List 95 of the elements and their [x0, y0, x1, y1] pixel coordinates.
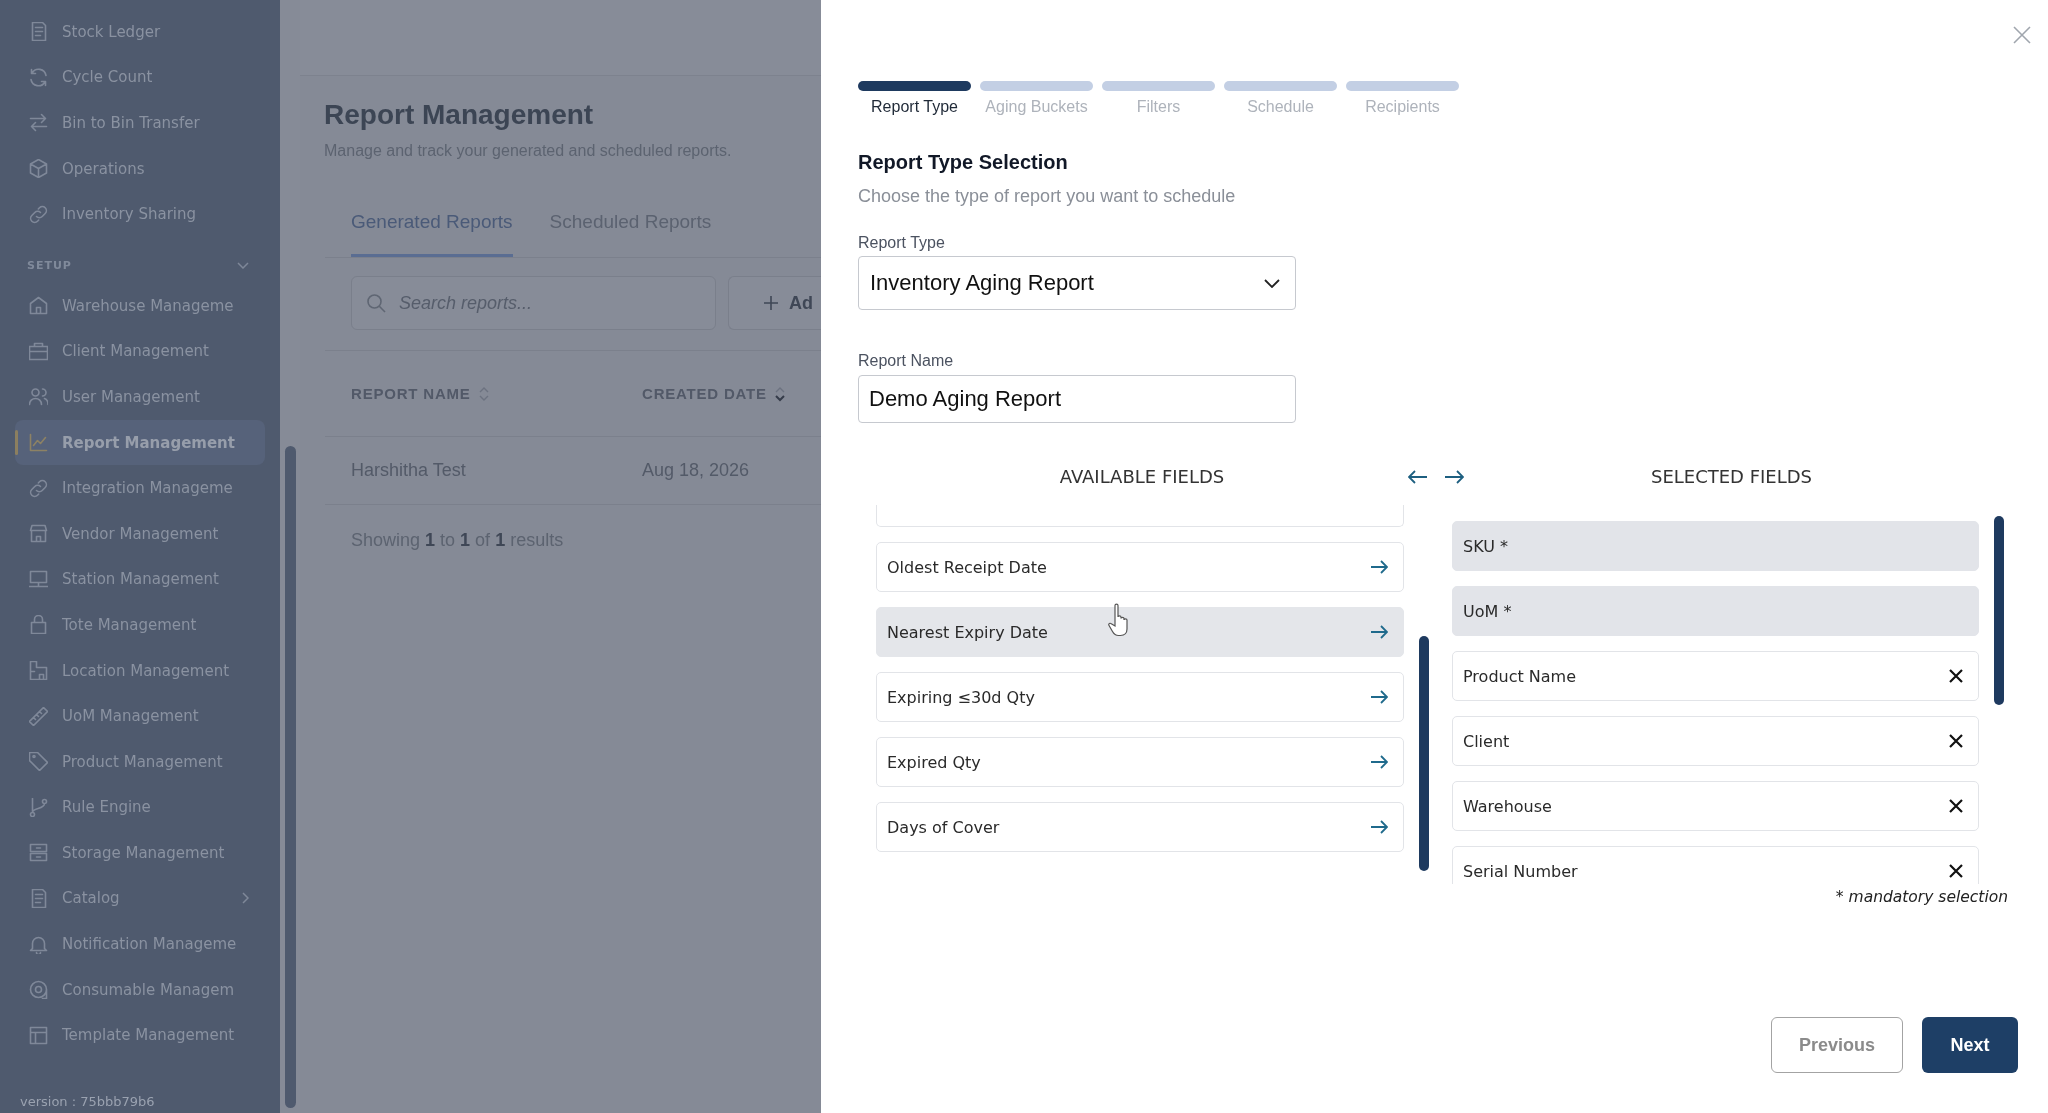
ring-icon	[29, 980, 48, 1000]
available-field-item[interactable]: Nearest Expiry Date	[876, 607, 1404, 657]
previous-button[interactable]: Previous	[1771, 1017, 1903, 1073]
link-icon	[29, 478, 48, 498]
selected-field-item[interactable]: Product Name	[1452, 651, 1979, 701]
report-name-input[interactable]: Demo Aging Report	[858, 375, 1296, 423]
arrow-right-icon[interactable]	[1370, 820, 1388, 834]
section-subtitle: Choose the type of report you want to schedule	[858, 185, 1236, 207]
search-icon	[366, 293, 386, 313]
available-field-item[interactable]: Expiring ≤30d Qty	[876, 672, 1404, 722]
footnote: * mandatory selection	[1835, 887, 2008, 907]
step-label: Recipients	[1365, 98, 1440, 116]
scrollbar-thumb[interactable]	[1419, 636, 1429, 871]
arrow-left-icon[interactable]	[1408, 470, 1428, 484]
refresh-icon	[29, 67, 48, 87]
building-icon	[29, 661, 48, 680]
sidebar-item[interactable]: Notification Manageme	[15, 921, 265, 967]
tag-icon	[29, 752, 48, 772]
available-field-item[interactable]: Oldest Receipt Date	[876, 542, 1404, 592]
sidebar-item[interactable]: Storage Management	[15, 830, 265, 876]
briefcase-icon	[29, 341, 48, 361]
close-icon[interactable]	[1949, 799, 1963, 813]
field-label: Report Type	[858, 234, 945, 252]
branch-icon	[29, 797, 48, 817]
sidebar-item[interactable]: Tote Management	[15, 602, 265, 648]
sidebar-item[interactable]: Client Management	[15, 328, 265, 375]
sidebar-item[interactable]: Station Management	[15, 556, 265, 603]
layout-icon	[29, 1025, 48, 1045]
sidebar-item[interactable]: Cycle Count	[15, 54, 265, 101]
step-label: Filters	[1136, 98, 1181, 116]
plus-icon	[763, 295, 779, 311]
sidebar-item[interactable]: Template Management	[15, 1012, 265, 1059]
sidebar-item[interactable]: User Management	[15, 374, 265, 420]
scrollbar-thumb[interactable]	[1994, 516, 2004, 705]
monitor-icon	[29, 569, 48, 589]
close-icon[interactable]	[1949, 864, 1963, 878]
sidebar-item[interactable]: Report Management	[15, 419, 265, 466]
scrollbar-thumb[interactable]	[285, 446, 296, 1108]
sidebar-item[interactable]: Consumable Managem	[15, 966, 265, 1013]
selected-field-item[interactable]: Serial Number	[1452, 846, 1979, 884]
arrow-right-icon[interactable]	[1370, 625, 1388, 639]
sidebar-item[interactable]: UoM Management	[15, 693, 265, 739]
arrow-right-icon[interactable]	[1444, 470, 1464, 484]
sidebar-item[interactable]: Location Management	[15, 647, 265, 694]
step-label: Schedule	[1247, 98, 1314, 116]
close-icon[interactable]	[1949, 669, 1963, 683]
step-label: Aging Buckets	[985, 98, 1088, 116]
arrow-right-icon[interactable]	[1370, 560, 1388, 574]
step-label: Report Type	[871, 98, 958, 116]
hand-cursor-icon	[1107, 603, 1131, 637]
version-text: version : 75bbb79b6	[19, 1094, 155, 1111]
list-heading: AVAILABLE FIELDS	[1058, 465, 1226, 489]
swap-arrows-icon	[29, 113, 48, 133]
sidebar-item[interactable]: Operations	[15, 145, 265, 192]
arrow-right-icon[interactable]	[1370, 690, 1388, 704]
sidebar-item[interactable]: Product Management	[15, 738, 265, 785]
next-button[interactable]: Next	[1922, 1017, 2018, 1073]
ruler-icon	[29, 706, 48, 726]
selected-field-item[interactable]: SKU *	[1452, 521, 1979, 571]
selected-field-item[interactable]: Client	[1452, 716, 1979, 766]
sidebar-item[interactable]: Bin to Bin Transfer	[15, 100, 265, 146]
report-type-select[interactable]: Inventory Aging Report	[858, 256, 1296, 310]
close-icon	[2013, 26, 2031, 44]
house-icon	[29, 296, 48, 316]
sidebar-item[interactable]: Rule Engine	[15, 784, 265, 831]
sidebar-item[interactable]: Inventory Sharing	[15, 191, 265, 237]
available-field-item[interactable]: Days of Cover	[876, 802, 1404, 852]
line-chart-icon	[29, 433, 48, 453]
available-field-item[interactable]	[876, 505, 1404, 527]
field-label: Report Name	[858, 352, 954, 370]
document-icon	[29, 22, 48, 42]
sidebar-item[interactable]: Vendor Management	[15, 510, 265, 557]
link-icon	[29, 204, 48, 224]
chevron-down-icon	[1264, 278, 1280, 288]
section-title: Report Type Selection	[858, 150, 1068, 174]
arrow-right-icon[interactable]	[1370, 755, 1388, 769]
lock-icon	[29, 615, 48, 635]
sidebar-item[interactable]: Stock Ledger	[15, 9, 265, 55]
page-title: Report Management	[324, 98, 595, 132]
sidebar-item[interactable]: Warehouse Manageme	[15, 282, 265, 329]
drawers-icon	[29, 843, 48, 863]
selected-field-item[interactable]: UoM *	[1452, 586, 1979, 636]
selected-field-item[interactable]: Warehouse	[1452, 781, 1979, 831]
cube-icon	[29, 159, 48, 179]
users-icon	[29, 387, 48, 407]
list-heading: SELECTED FIELDS	[1649, 465, 1814, 489]
available-field-item[interactable]: Expired Qty	[876, 737, 1404, 787]
tab[interactable]: Generated Reports	[351, 211, 513, 257]
add-button[interactable]: Ad	[728, 276, 821, 330]
sidebar-item[interactable]: Catalog	[15, 875, 265, 922]
close-icon[interactable]	[1949, 734, 1963, 748]
sidebar-item[interactable]: Integration Manageme	[15, 465, 265, 511]
store-icon	[29, 524, 48, 544]
document-icon	[29, 889, 48, 908]
bell-icon	[29, 934, 48, 954]
